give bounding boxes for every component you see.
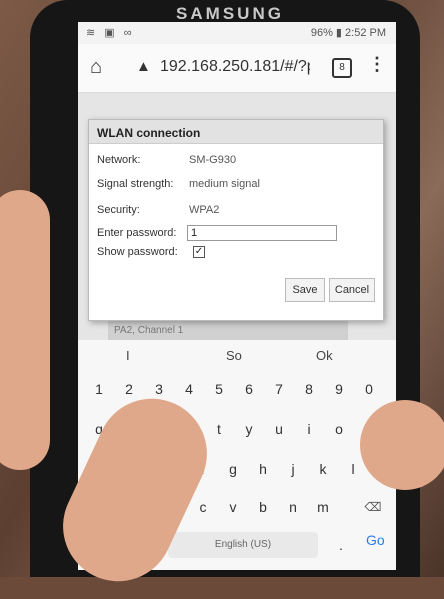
network-label: Network: bbox=[97, 154, 141, 166]
key-i[interactable]: i bbox=[296, 416, 322, 442]
hand-left-edge bbox=[0, 190, 50, 470]
key-9[interactable]: 9 bbox=[326, 376, 352, 402]
brand-logo: SAMSUNG bbox=[176, 4, 284, 23]
key-4[interactable]: 4 bbox=[176, 376, 202, 402]
key-g[interactable]: g bbox=[220, 456, 246, 482]
tab-switcher-button[interactable]: 8 bbox=[332, 58, 352, 78]
network-value: SM-G930 bbox=[189, 154, 237, 166]
finger-right bbox=[360, 400, 444, 490]
password-label: Enter password: bbox=[97, 227, 177, 239]
browser-toolbar: ⌂ ▲ 192.168.250.181/#/?pa 8 ⋮ bbox=[78, 44, 396, 93]
key-7[interactable]: 7 bbox=[266, 376, 292, 402]
suggestion-1[interactable]: I bbox=[126, 348, 130, 363]
menu-icon[interactable]: ⋮ bbox=[368, 54, 386, 75]
key-j[interactable]: j bbox=[280, 456, 306, 482]
dialog-title: WLAN connection bbox=[89, 120, 383, 144]
suggestion-3[interactable]: Ok bbox=[316, 348, 333, 363]
key-c[interactable]: c bbox=[190, 494, 216, 520]
key-u[interactable]: u bbox=[266, 416, 292, 442]
show-password-label: Show password: bbox=[97, 246, 178, 258]
status-bar: ≋ ▣ ∞ 96% ▮ 2:52 PM bbox=[78, 22, 396, 44]
warning-icon[interactable]: ▲ bbox=[136, 58, 151, 75]
password-input[interactable]: 1 bbox=[187, 225, 337, 241]
home-icon[interactable]: ⌂ bbox=[90, 56, 102, 79]
key-v[interactable]: v bbox=[220, 494, 246, 520]
space-bar[interactable]: English (US) bbox=[168, 532, 318, 558]
key-b[interactable]: b bbox=[250, 494, 276, 520]
key-n[interactable]: n bbox=[280, 494, 306, 520]
key-o[interactable]: o bbox=[326, 416, 352, 442]
go-button[interactable]: Go bbox=[366, 532, 385, 548]
status-battery-time: 96% ▮ 2:52 PM bbox=[310, 27, 386, 39]
key-m[interactable]: m bbox=[310, 494, 336, 520]
save-button[interactable]: Save bbox=[285, 278, 325, 302]
security-label: Security: bbox=[97, 204, 140, 216]
status-icons: ≋ ▣ ∞ bbox=[86, 27, 135, 39]
suggestion-2[interactable]: So bbox=[226, 348, 242, 363]
wlan-dialog: WLAN connection Network: SM-G930 Signal … bbox=[88, 119, 384, 321]
cancel-button[interactable]: Cancel bbox=[329, 278, 375, 302]
url-field[interactable]: 192.168.250.181/#/?pa bbox=[160, 58, 310, 76]
key-t[interactable]: t bbox=[206, 416, 232, 442]
backspace-icon[interactable]: ⌫ bbox=[360, 494, 386, 520]
key-8[interactable]: 8 bbox=[296, 376, 322, 402]
key-h[interactable]: h bbox=[250, 456, 276, 482]
key-k[interactable]: k bbox=[310, 456, 336, 482]
show-password-checkbox[interactable]: ✓ bbox=[193, 246, 205, 258]
key-6[interactable]: 6 bbox=[236, 376, 262, 402]
key-5[interactable]: 5 bbox=[206, 376, 232, 402]
key-0[interactable]: 0 bbox=[356, 376, 382, 402]
security-value: WPA2 bbox=[189, 204, 220, 216]
key-y[interactable]: y bbox=[236, 416, 262, 442]
signal-label: Signal strength: bbox=[97, 178, 174, 190]
key-1[interactable]: 1 bbox=[86, 376, 112, 402]
key-2[interactable]: 2 bbox=[116, 376, 142, 402]
signal-value: medium signal bbox=[189, 178, 260, 190]
period-key[interactable]: . bbox=[328, 532, 354, 558]
